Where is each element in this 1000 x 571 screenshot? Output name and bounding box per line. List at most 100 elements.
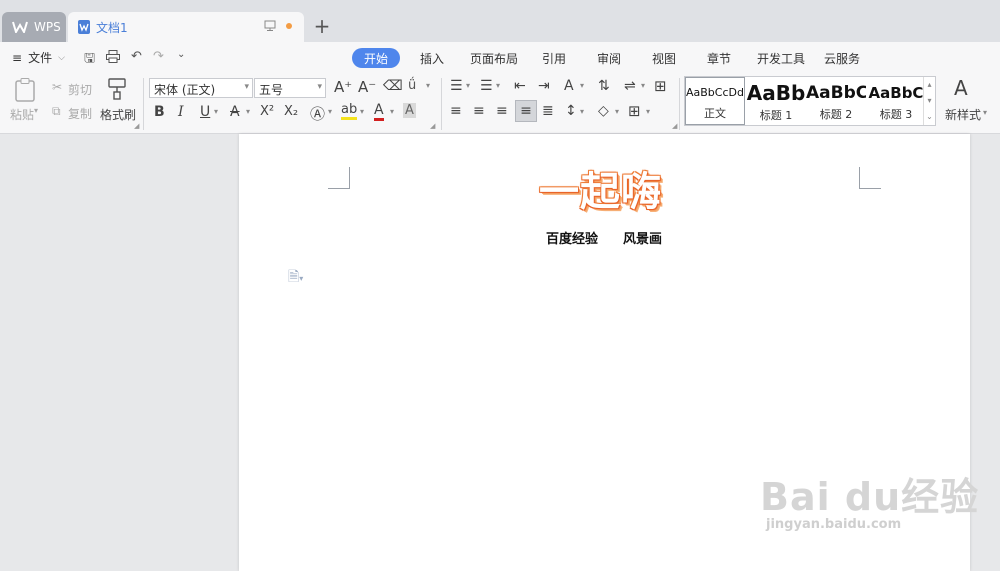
new-tab-button[interactable]: + bbox=[312, 14, 332, 38]
style-heading-3[interactable]: AaBbC 标题 3 bbox=[866, 77, 926, 125]
style-heading-1[interactable]: AaBb 标题 1 bbox=[746, 77, 806, 125]
chevron-down-icon[interactable]: ▾ bbox=[646, 107, 650, 116]
ribbon: 粘贴 ▾ ✂ 剪切 ⧉ 复制 格式刷 ◢ 宋体 (正文) ▾ 五号 ▾ A⁺ A… bbox=[0, 72, 1000, 134]
subscript-button[interactable]: X₂ bbox=[284, 104, 298, 119]
font-size-select[interactable]: 五号 ▾ bbox=[254, 78, 326, 98]
tab-cloud[interactable]: 云服务 bbox=[824, 50, 860, 67]
table-icon[interactable]: ⊞ bbox=[654, 77, 667, 95]
watermark-logo: Bai du经验 bbox=[760, 475, 980, 519]
borders-icon[interactable]: ⊞ bbox=[628, 102, 641, 120]
style-label: 标题 3 bbox=[879, 108, 913, 121]
align-left-icon[interactable]: ≡ bbox=[450, 103, 462, 119]
paragraph-launcher-icon[interactable]: ◢ bbox=[672, 122, 677, 130]
format-painter-icon[interactable] bbox=[107, 78, 127, 100]
tab-developer[interactable]: 开发工具 bbox=[757, 50, 805, 67]
paragraph-marker-icon[interactable]: 🗎▾ bbox=[288, 266, 303, 290]
clipboard-launcher-icon[interactable]: ◢ bbox=[134, 122, 139, 130]
numbered-list-icon[interactable]: ☰ bbox=[480, 78, 493, 94]
tab-document-label: 文档1 bbox=[96, 20, 128, 35]
subtitle-left: 百度经验 bbox=[546, 232, 599, 247]
style-label: 标题 2 bbox=[819, 108, 853, 121]
copy-icon[interactable]: ⧉ bbox=[52, 104, 61, 119]
spacing-icon[interactable]: ↕ bbox=[565, 103, 577, 119]
scissors-icon[interactable]: ✂ bbox=[52, 80, 62, 94]
monitor-icon[interactable] bbox=[264, 20, 276, 31]
underline-button[interactable]: U bbox=[200, 104, 210, 120]
font-launcher-icon[interactable]: ◢ bbox=[430, 122, 435, 130]
divider bbox=[441, 78, 442, 130]
chevron-down-icon[interactable]: ▾ bbox=[328, 107, 332, 116]
font-color-icon[interactable]: A bbox=[374, 103, 384, 121]
grow-font-icon[interactable]: A⁺ bbox=[334, 78, 352, 96]
chevron-down-icon[interactable]: ▾ bbox=[580, 107, 584, 116]
shading-icon[interactable]: ◇ bbox=[598, 103, 609, 119]
align-center-icon[interactable]: ≡ bbox=[473, 103, 485, 119]
justify-icon[interactable]: ≡ bbox=[515, 100, 537, 122]
chevron-down-icon[interactable]: ▾ bbox=[615, 107, 619, 116]
print-icon[interactable] bbox=[106, 50, 120, 63]
highlight-icon[interactable]: ab bbox=[341, 103, 358, 120]
tab-insert[interactable]: 插入 bbox=[420, 50, 444, 67]
tab-references[interactable]: 引用 bbox=[542, 50, 566, 67]
format-painter-button[interactable]: 格式刷 bbox=[100, 106, 136, 123]
chevron-down-icon[interactable]: ▾ bbox=[426, 81, 430, 90]
customize-quickbar-icon[interactable]: ⌄ bbox=[177, 49, 185, 60]
char-shading-icon[interactable]: A bbox=[403, 103, 416, 118]
styles-gallery: AaBbCcDd 正文 AaBb 标题 1 AaBbC 标题 2 AaBbC 标… bbox=[684, 76, 936, 126]
cut-button[interactable]: 剪切 bbox=[68, 81, 92, 98]
text-effect-icon[interactable]: Ⓐ bbox=[310, 103, 325, 124]
tab-home[interactable]: 开始 bbox=[352, 48, 400, 68]
chevron-down-icon[interactable]: ▾ bbox=[466, 81, 470, 90]
unsaved-indicator bbox=[286, 22, 292, 29]
save-icon[interactable]: 🖫 bbox=[84, 49, 95, 71]
text-direction-icon[interactable]: A bbox=[564, 78, 574, 94]
doc-icon bbox=[78, 20, 90, 34]
chevron-down-icon: ▾ bbox=[317, 82, 322, 92]
undo-icon[interactable]: ↶ bbox=[131, 49, 142, 64]
paste-icon[interactable] bbox=[14, 78, 36, 102]
font-name-select[interactable]: 宋体 (正文) ▾ bbox=[149, 78, 253, 98]
paste-dropdown-icon[interactable]: ▾ bbox=[34, 106, 38, 115]
chevron-down-icon[interactable]: ▾ bbox=[360, 107, 364, 116]
distribute-icon[interactable]: ≣ bbox=[542, 103, 554, 119]
style-preview: AaBbCcDd bbox=[686, 86, 744, 99]
chevron-down-icon[interactable]: ▾ bbox=[214, 107, 218, 116]
tab-document[interactable]: 文档1 bbox=[68, 12, 304, 42]
bold-button[interactable]: B bbox=[154, 104, 165, 120]
style-heading-2[interactable]: AaBbC 标题 2 bbox=[806, 77, 866, 125]
chevron-down-icon: ▾ bbox=[244, 82, 249, 92]
tab-view[interactable]: 视图 bbox=[652, 50, 676, 67]
new-style-button[interactable]: 新样式 bbox=[945, 106, 981, 123]
chevron-down-icon[interactable]: ▾ bbox=[496, 81, 500, 90]
align-right-icon[interactable]: ≡ bbox=[496, 103, 508, 119]
chevron-down-icon[interactable]: ▾ bbox=[641, 81, 645, 90]
clear-format-icon[interactable]: ⌫ bbox=[383, 78, 403, 94]
line-spacing-icon[interactable]: ⇌ bbox=[624, 78, 636, 94]
chevron-down-icon[interactable]: ▾ bbox=[246, 107, 250, 116]
chevron-down-icon[interactable]: ▾ bbox=[983, 108, 987, 117]
style-normal[interactable]: AaBbCcDd 正文 bbox=[685, 77, 745, 125]
menu-bar: ≡ 文件 ⌵ 🖫 ↶ ↷ ⌄ 开始 插入 页面布局 引用 审阅 视图 章节 开发… bbox=[0, 42, 1000, 72]
redo-icon[interactable]: ↷ bbox=[153, 49, 164, 64]
tab-review[interactable]: 审阅 bbox=[597, 50, 621, 67]
chevron-down-icon[interactable]: ▾ bbox=[580, 81, 584, 90]
decrease-indent-icon[interactable]: ⇤ bbox=[514, 78, 526, 94]
tab-page-layout[interactable]: 页面布局 bbox=[470, 50, 518, 67]
styles-scroll[interactable]: ▴ ▾ ⌄ bbox=[923, 77, 935, 125]
strikethrough-button[interactable]: A bbox=[230, 104, 240, 120]
shrink-font-icon[interactable]: A⁻ bbox=[358, 78, 376, 96]
increase-indent-icon[interactable]: ⇥ bbox=[538, 78, 550, 94]
copy-button[interactable]: 复制 bbox=[68, 105, 92, 122]
paste-button[interactable]: 粘贴 bbox=[10, 106, 34, 123]
chevron-down-icon[interactable]: ▾ bbox=[390, 107, 394, 116]
bullet-list-icon[interactable]: ☰ bbox=[450, 78, 463, 94]
sort-icon[interactable]: ⇅ bbox=[598, 78, 610, 94]
tab-wps-label: WPS bbox=[34, 20, 61, 34]
file-menu-button[interactable]: ≡ 文件 ⌵ bbox=[12, 49, 65, 66]
tab-wps-home[interactable]: WPS bbox=[2, 12, 66, 42]
phonetic-guide-icon[interactable]: ǘ bbox=[408, 78, 416, 93]
new-style-icon[interactable]: A bbox=[954, 76, 968, 100]
italic-button[interactable]: I bbox=[178, 104, 184, 120]
superscript-button[interactable]: X² bbox=[260, 104, 274, 119]
tab-section[interactable]: 章节 bbox=[707, 50, 731, 67]
